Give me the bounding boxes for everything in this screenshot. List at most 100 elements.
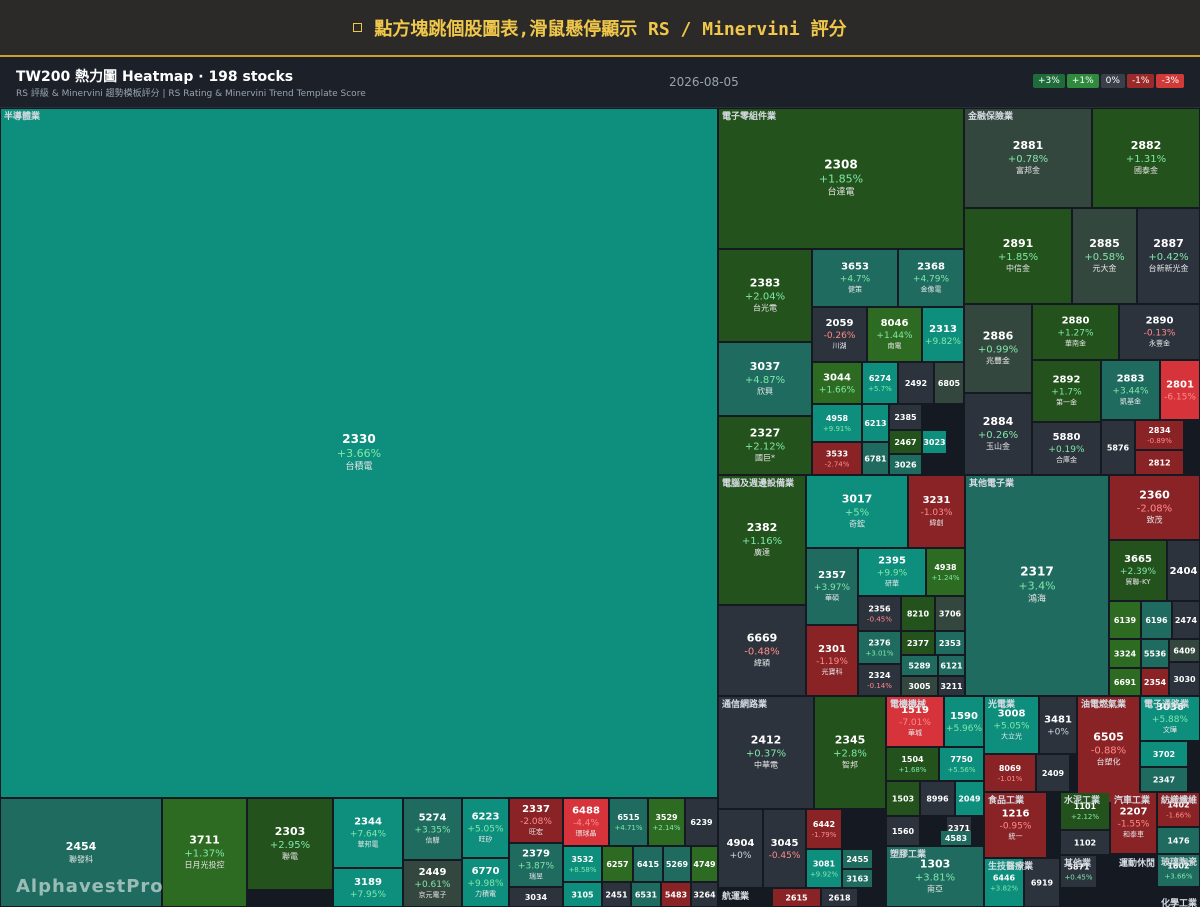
stock-tile-2409[interactable]: 2409 [1037,755,1069,791]
stock-tile-2467[interactable]: 2467 [890,431,921,453]
stock-tile-2890[interactable]: 2890 -0.13%永豐金 [1120,305,1199,359]
stock-tile-3706[interactable]: 3706 [936,597,964,630]
stock-tile-2412[interactable]: 2412 +0.37%中華電 [719,697,813,808]
stock-tile-6257[interactable]: 6257 [603,847,632,881]
stock-tile-3034[interactable]: 3034 [510,888,562,906]
stock-tile-3189[interactable]: 3189 +7.95% [334,869,402,906]
stock-tile-6415[interactable]: 6415 [634,847,662,881]
stock-tile-1476[interactable]: 1476 [1158,828,1199,853]
stock-tile-2404[interactable]: 2404 [1168,541,1199,600]
stock-tile-2337[interactable]: 2337 -2.08%旺宏 [510,799,562,842]
stock-tile-3702[interactable]: 3702 [1141,742,1187,766]
stock-tile-1503[interactable]: 1503 [887,782,919,815]
stock-tile-4938[interactable]: 4938 +1.24% [927,549,964,595]
stock-tile-2301[interactable]: 2301 -1.19%光寶科 [807,626,857,695]
stock-tile-5880[interactable]: 5880 +0.19%合庫金 [1033,423,1100,474]
stock-tile-3017[interactable]: 3017 +5%奇鋐 [807,476,907,547]
stock-tile-2881[interactable]: 2881 +0.78%富邦金 [965,109,1091,207]
stock-tile-3264[interactable]: 3264 [692,883,717,906]
stock-tile-1504[interactable]: 1504 +1.68% [887,748,938,780]
stock-tile-5269[interactable]: 5269 [664,847,690,881]
stock-tile-2308[interactable]: 2308+1.85%台達電 [719,109,963,248]
stock-tile-6669[interactable]: 6669 -0.48%緯穎 [719,606,805,695]
stock-tile-2884[interactable]: 2884 +0.26%玉山金 [965,394,1031,474]
stock-tile-3030[interactable]: 3030 [1170,663,1199,695]
stock-tile-2385[interactable]: 2385 [890,405,921,429]
stock-tile-6505[interactable]: 6505 -0.88%台塑化 [1078,697,1139,802]
stock-tile-3211[interactable]: 3211 [939,677,964,695]
stock-tile-2615[interactable]: 2615 [773,889,820,906]
stock-tile-6274[interactable]: 6274 +5.7% [863,363,897,403]
stock-tile-5536[interactable]: 5536 [1142,640,1168,667]
stock-tile-2345[interactable]: 2345 +2.8%智邦 [815,697,885,808]
stock-tile-6488[interactable]: 6488 -4.4%環球晶 [564,799,608,845]
stock-tile-2353[interactable]: 2353 [936,632,964,654]
stock-tile-2885[interactable]: 2885 +0.58%元大金 [1073,209,1136,303]
stock-tile-6239[interactable]: 6239 [686,799,717,845]
stock-tile-2383[interactable]: 2383 +2.04%台光電 [719,250,811,341]
stock-tile-3044[interactable]: 3044 +1.66% [813,363,861,403]
stock-tile-2059[interactable]: 2059 -0.26%川湖 [813,308,866,361]
stock-tile-6770[interactable]: 6770 +9.98%力積電 [463,859,508,906]
stock-tile-2492[interactable]: 2492 [899,363,933,403]
stock-tile-6442[interactable]: 6442 -1.79% [807,810,841,848]
stock-tile-2344[interactable]: 2344 +7.64%華邦電 [334,799,402,867]
stock-tile-5876[interactable]: 5876 [1102,421,1134,474]
stock-tile-6121[interactable]: 6121 [939,656,964,675]
stock-tile-1590[interactable]: 1590 +5.96% [945,697,983,746]
stock-tile-6213[interactable]: 6213 [863,405,888,441]
stock-tile-6515[interactable]: 6515 +4.71% [610,799,647,845]
stock-tile-2886[interactable]: 2886 +0.99%兆豐金 [965,305,1031,392]
stock-tile-2451[interactable]: 2451 [603,883,630,906]
stock-tile-2880[interactable]: 2880 +1.27%華南金 [1033,305,1118,359]
stock-tile-2356[interactable]: 2356 -0.45% [859,597,900,630]
stock-tile-5274[interactable]: 5274 +3.35%信驊 [404,799,461,859]
stock-tile-3653[interactable]: 3653 +4.7%健策 [813,250,897,306]
stock-tile-3081[interactable]: 3081 +9.92% [807,850,841,887]
stock-tile-5289[interactable]: 5289 [902,656,937,675]
stock-tile-2449[interactable]: 2449 +0.61%京元電子 [404,861,461,906]
stock-tile-8996[interactable]: 8996 [921,782,954,815]
stock-tile-1560[interactable]: 1560 [887,817,919,845]
stock-tile-2883[interactable]: 2883 +3.44%凱基金 [1102,361,1159,419]
stock-tile-4583[interactable]: 4583 [941,831,971,845]
stock-tile-3711[interactable]: 3711 +1.37%日月光投控 [163,799,246,906]
stock-tile-3324[interactable]: 3324 [1110,640,1140,667]
stock-tile-2354[interactable]: 2354 [1142,669,1168,695]
stock-tile-3037[interactable]: 3037 +4.87%欣興 [719,343,811,415]
stock-tile-6196[interactable]: 6196 [1142,602,1171,638]
stock-tile-2327[interactable]: 2327 +2.12%國巨* [719,417,811,474]
stock-tile-3231[interactable]: 3231 -1.03%緯創 [909,476,964,547]
stock-tile-5483[interactable]: 5483 [662,883,690,906]
stock-tile-1102[interactable]: 1102 [1061,831,1109,854]
stock-tile-2455[interactable]: 2455 [843,850,872,868]
stock-tile-3026[interactable]: 3026 [890,455,921,474]
stock-tile-3163[interactable]: 3163 [843,870,872,887]
stock-tile-2379[interactable]: 2379 +3.87%瑞昱 [510,844,562,886]
stock-tile-2618[interactable]: 2618 [822,889,857,906]
stock-tile-2357[interactable]: 2357 +3.97%華碩 [807,549,857,624]
stock-tile-4749[interactable]: 4749 [692,847,717,881]
stock-tile-2317[interactable]: 2317+3.4%鴻海 [966,476,1108,695]
stock-tile-2049[interactable]: 2049 [956,782,983,815]
stock-tile-8046[interactable]: 8046 +1.44%南電 [868,308,921,361]
stock-tile-2368[interactable]: 2368 +4.79%金像電 [899,250,963,306]
stock-tile-2347[interactable]: 2347 [1141,768,1187,791]
stock-tile-2313[interactable]: 2313 +9.82% [923,308,963,361]
stock-tile-3481[interactable]: 3481 +0% [1040,697,1076,753]
stock-tile-2376[interactable]: 2376 +3.01% [859,632,900,663]
stock-tile-3005[interactable]: 3005 [902,677,937,695]
stock-tile-6223[interactable]: 6223 +5.05%旺矽 [463,799,508,857]
stock-tile-6139[interactable]: 6139 [1110,602,1140,638]
stock-tile-2324[interactable]: 2324 -0.14% [859,665,900,695]
stock-tile-2882[interactable]: 2882 +1.31%國泰金 [1093,109,1199,207]
stock-tile-8069[interactable]: 8069 -1.01% [985,755,1035,791]
stock-tile-6531[interactable]: 6531 [632,883,660,906]
stock-tile-6781[interactable]: 6781 [863,443,888,474]
stock-tile-2303[interactable]: 2303 +2.95%聯電 [248,799,332,889]
stock-tile-3023[interactable]: 3023 [923,431,946,453]
stock-tile-6805[interactable]: 6805 [935,363,963,403]
stock-tile-3533[interactable]: 3533 -2.74% [813,443,861,474]
stock-tile-3665[interactable]: 3665 +2.39%貿聯-KY [1110,541,1166,600]
stock-tile-2801[interactable]: 2801 -6.15% [1161,361,1199,419]
